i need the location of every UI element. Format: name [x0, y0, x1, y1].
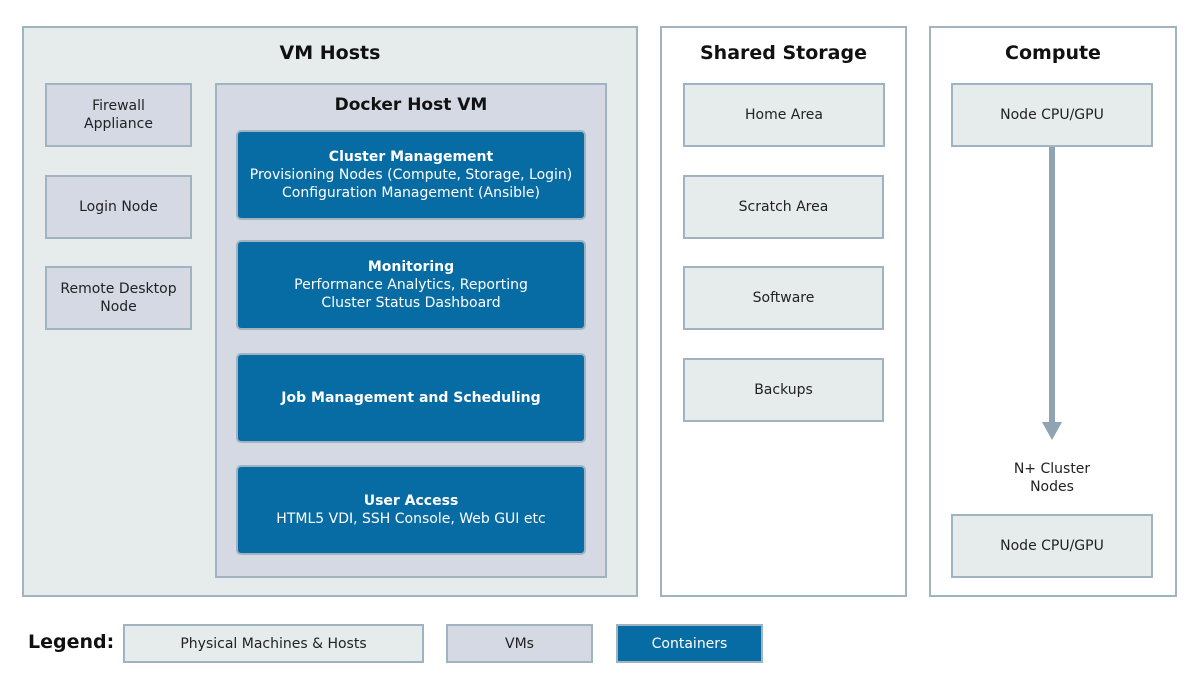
remote-desktop-line-1: Remote Desktop: [60, 281, 177, 297]
cluster-management-title: Cluster Management: [328, 149, 494, 165]
container-job-management: Job Management and Scheduling: [236, 353, 586, 443]
cluster-management-line-2: Configuration Management (Ansible): [281, 185, 540, 201]
legend-physical-label: Physical Machines & Hosts: [180, 635, 367, 652]
storage-scratch-area: Scratch Area: [683, 175, 884, 239]
monitoring-title: Monitoring: [367, 259, 455, 275]
remote-desktop-node-box: Remote Desktop Node: [45, 266, 192, 330]
cluster-nodes-line-1: N+ Cluster: [1013, 461, 1091, 477]
arrow-head: [1042, 422, 1062, 440]
docker-host-vm-panel: Docker Host VM Cluster Management Provis…: [215, 83, 607, 578]
scratch-area-label: Scratch Area: [738, 199, 829, 215]
legend-item-physical: Physical Machines & Hosts: [123, 624, 424, 663]
arrow-down-icon: [1042, 422, 1062, 440]
firewall-appliance-line-1: Firewall: [92, 98, 145, 114]
compute-node-bottom-label: Node CPU/GPU: [1000, 538, 1104, 554]
vm-hosts-panel: VM Hosts Firewall Appliance Login Node R…: [22, 26, 638, 597]
monitoring-line-2: Cluster Status Dashboard: [321, 295, 501, 311]
legend-containers-label: Containers: [651, 635, 728, 652]
compute-title: Compute: [1005, 42, 1101, 64]
legend-vms-label: VMs: [505, 635, 534, 652]
docker-host-vm-title: Docker Host VM: [334, 95, 488, 115]
container-user-access: User Access HTML5 VDI, SSH Console, Web …: [236, 465, 586, 555]
legend-item-containers: Containers: [616, 624, 763, 663]
firewall-appliance-line-2: Appliance: [84, 116, 153, 132]
legend-label: Legend:: [28, 631, 115, 653]
container-cluster-management: Cluster Management Provisioning Nodes (C…: [236, 130, 586, 220]
storage-backups: Backups: [683, 358, 884, 422]
login-node-label: Login Node: [79, 199, 158, 215]
user-access-title: User Access: [363, 493, 459, 509]
software-label: Software: [752, 290, 815, 306]
container-monitoring: Monitoring Performance Analytics, Report…: [236, 240, 586, 330]
storage-software: Software: [683, 266, 884, 330]
firewall-appliance-box: Firewall Appliance: [45, 83, 192, 147]
compute-node-bottom: Node CPU/GPU: [951, 514, 1153, 578]
user-access-line-1: HTML5 VDI, SSH Console, Web GUI etc: [276, 511, 546, 527]
compute-node-top-label: Node CPU/GPU: [1000, 107, 1104, 123]
remote-desktop-line-2: Node: [100, 299, 137, 315]
monitoring-line-1: Performance Analytics, Reporting: [294, 277, 528, 293]
arrow-shaft: [1049, 147, 1055, 424]
backups-label: Backups: [754, 382, 813, 398]
compute-node-top: Node CPU/GPU: [951, 83, 1153, 147]
home-area-label: Home Area: [744, 107, 823, 123]
shared-storage-panel: Shared Storage Home Area Scratch Area So…: [660, 26, 907, 597]
storage-home-area: Home Area: [683, 83, 885, 147]
shared-storage-title: Shared Storage: [699, 42, 867, 64]
cluster-management-line-1: Provisioning Nodes (Compute, Storage, Lo…: [249, 167, 573, 183]
cluster-nodes-line-2: Nodes: [1030, 479, 1074, 495]
legend-item-vms: VMs: [446, 624, 593, 663]
compute-panel: Compute Node CPU/GPU N+ Cluster Nodes No…: [929, 26, 1177, 597]
vm-hosts-title: VM Hosts: [279, 42, 381, 64]
cluster-nodes-label: N+ Cluster Nodes: [951, 458, 1153, 498]
job-management-title: Job Management and Scheduling: [281, 390, 541, 406]
login-node-box: Login Node: [45, 175, 192, 239]
